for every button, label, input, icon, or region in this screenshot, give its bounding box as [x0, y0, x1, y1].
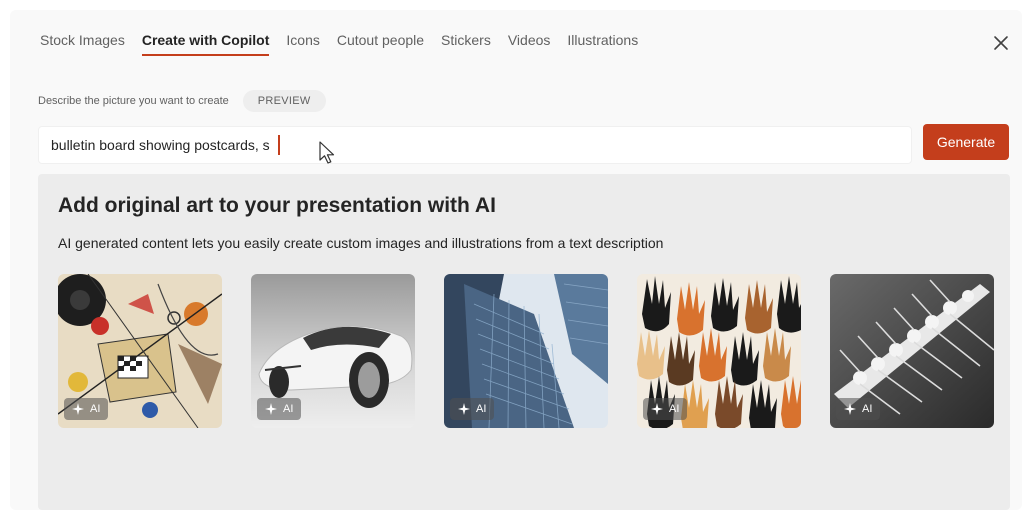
- sparkle-icon: [844, 403, 856, 415]
- sparkle-icon: [651, 403, 663, 415]
- ai-badge: AI: [64, 398, 109, 420]
- prompt-input[interactable]: bulletin board showing postcards, s: [38, 126, 912, 164]
- image-picker-dialog: Stock Images Create with Copilot Icons C…: [10, 10, 1022, 510]
- ai-badge-label: AI: [90, 403, 101, 415]
- copilot-intro-panel: Add original art to your presentation wi…: [38, 174, 1010, 510]
- sample-image-raised-hands[interactable]: AI: [637, 274, 801, 428]
- close-button[interactable]: [990, 32, 1012, 54]
- ai-badge: AI: [450, 398, 495, 420]
- prompt-input-value[interactable]: bulletin board showing postcards, s: [39, 137, 270, 153]
- panel-title: Add original art to your presentation wi…: [58, 194, 496, 217]
- ai-badge-label: AI: [283, 403, 294, 415]
- tab-bar: Stock Images Create with Copilot Icons C…: [40, 32, 655, 56]
- close-icon: [994, 36, 1008, 50]
- sparkle-icon: [265, 403, 277, 415]
- ai-badge: AI: [836, 398, 881, 420]
- tab-illustrations[interactable]: Illustrations: [567, 32, 638, 56]
- ai-badge: AI: [643, 398, 688, 420]
- sample-image-abstract-art[interactable]: AI: [58, 274, 222, 428]
- sample-image-skyscrapers[interactable]: AI: [444, 274, 608, 428]
- tab-stock-images[interactable]: Stock Images: [40, 32, 125, 56]
- mouse-pointer-icon: [319, 141, 335, 164]
- sample-image-rowing-team[interactable]: AI: [830, 274, 994, 428]
- describe-label: Describe the picture you want to create: [38, 95, 229, 107]
- preview-badge: PREVIEW: [242, 90, 326, 112]
- generate-button[interactable]: Generate: [923, 124, 1009, 160]
- describe-row: Describe the picture you want to create …: [38, 90, 326, 112]
- ai-badge-label: AI: [669, 403, 680, 415]
- sparkle-icon: [458, 403, 470, 415]
- tab-videos[interactable]: Videos: [508, 32, 551, 56]
- ai-badge: AI: [257, 398, 302, 420]
- ai-badge-label: AI: [862, 403, 873, 415]
- text-caret: [277, 135, 280, 155]
- sparkle-icon: [72, 403, 84, 415]
- tab-cutout-people[interactable]: Cutout people: [337, 32, 424, 56]
- tab-create-with-copilot[interactable]: Create with Copilot: [141, 32, 270, 56]
- panel-subtitle: AI generated content lets you easily cre…: [58, 235, 664, 251]
- sample-image-concept-car[interactable]: AI: [251, 274, 415, 428]
- tab-icons[interactable]: Icons: [286, 32, 319, 56]
- ai-badge-label: AI: [476, 403, 487, 415]
- tab-stickers[interactable]: Stickers: [441, 32, 491, 56]
